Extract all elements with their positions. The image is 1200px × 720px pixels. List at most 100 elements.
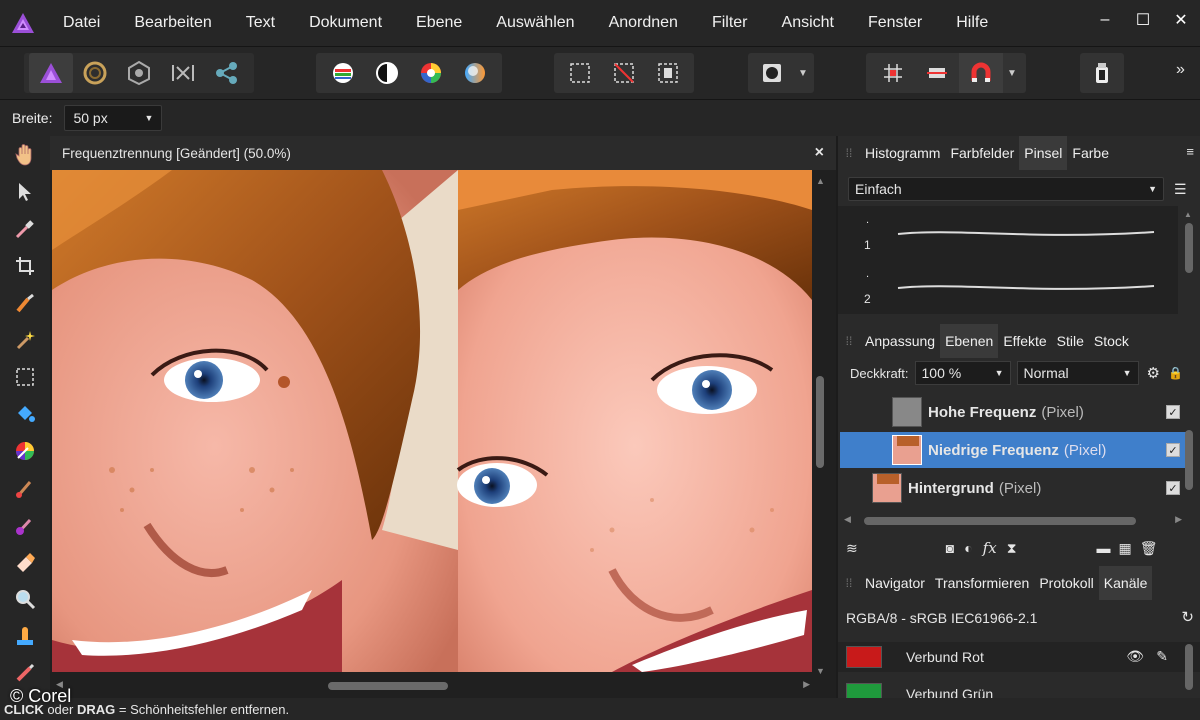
maximize-button[interactable]: ☐ [1124,10,1162,30]
tab-stile[interactable]: Stile [1052,324,1089,358]
deselect-icon[interactable] [602,53,646,93]
tab-effekte[interactable]: Effekte [998,324,1051,358]
toolbar-overflow-icon[interactable]: » [1176,61,1185,79]
paint-brush-tool-icon[interactable] [0,469,50,506]
layer-visibility-checkbox[interactable]: ✓ [1166,443,1180,457]
blend-mode-select[interactable]: Normal ▼ [1016,361,1139,385]
fx-icon[interactable]: fx [983,539,997,557]
menu-anordnen[interactable]: Anordnen [592,14,695,32]
layer-row[interactable]: Hohe Frequenz (Pixel) ✓ [840,394,1186,430]
trash-icon[interactable]: 🗑 [1140,540,1158,557]
auto-contrast-icon[interactable] [365,53,409,93]
mask-layer-icon[interactable]: ◙ [946,540,954,556]
opacity-select[interactable]: 100 % ▼ [914,361,1011,385]
menu-text[interactable]: Text [229,14,292,32]
folder-icon[interactable]: ▬ [1097,540,1111,556]
layer-row[interactable]: Hintergrund (Pixel) ✓ [840,470,1186,506]
tab-navigator[interactable]: Navigator [860,566,930,600]
layer-visibility-checkbox[interactable]: ✓ [1166,481,1180,495]
flood-select-tool-icon[interactable] [0,321,50,358]
width-select[interactable]: 50 px ▼ [64,105,163,131]
menu-fenster[interactable]: Fenster [851,14,939,32]
color-replacement-tool-icon[interactable] [0,506,50,543]
auto-colors-icon[interactable] [409,53,453,93]
eye-icon[interactable]: 👁 [1126,648,1144,665]
tab-farbe[interactable]: Farbe [1067,136,1114,170]
scroll-up-icon[interactable]: ▲ [816,176,825,186]
color-picker-tool-icon[interactable] [0,210,50,247]
scroll-thumb[interactable] [1185,644,1193,690]
brush-category-select[interactable]: Einfach ▼ [848,177,1164,201]
auto-levels-icon[interactable] [321,53,365,93]
auto-white-balance-icon[interactable] [453,53,497,93]
minimize-button[interactable]: – [1086,11,1124,29]
eraser-tool-icon[interactable] [0,543,50,580]
align-icon[interactable] [915,53,959,93]
tab-anpassung[interactable]: Anpassung [860,324,940,358]
liquify-persona-icon[interactable] [73,53,117,93]
panel-menu-icon[interactable]: ≡ [1186,144,1194,159]
close-document-button[interactable]: × [815,144,824,162]
flood-fill-tool-icon[interactable] [0,395,50,432]
scroll-thumb[interactable] [1185,223,1193,273]
channels-scrollbar[interactable] [1184,642,1194,698]
vertical-scroll-thumb[interactable] [816,376,824,468]
document-tab[interactable]: Frequenztrennung [Geändert] (50.0%) × [50,136,836,170]
list-view-icon[interactable]: ☰ [1174,181,1187,198]
tab-pinsel[interactable]: Pinsel [1019,136,1068,170]
snapping-dropdown-icon[interactable]: ▼ [1003,68,1021,79]
menu-datei[interactable]: Datei [46,14,117,32]
horizontal-scrollbar[interactable]: ◀ ▶ [52,678,814,694]
photo-persona-icon[interactable] [29,53,73,93]
drag-handle-icon[interactable]: ⁞⁞ [838,136,860,170]
export-persona-icon[interactable] [205,53,249,93]
menu-dokument[interactable]: Dokument [292,14,399,32]
horizontal-scroll-thumb[interactable] [328,682,448,690]
invert-selection-icon[interactable] [646,53,690,93]
clone-tool-icon[interactable] [0,617,50,654]
quick-mask-dropdown-icon[interactable]: ▼ [794,68,812,79]
brush-list-scrollbar[interactable]: ▲ [1184,210,1194,310]
lock-icon[interactable]: 🔒 [1168,366,1183,380]
vertical-scrollbar[interactable]: ▲ ▼ [814,176,826,676]
develop-persona-icon[interactable] [117,53,161,93]
marquee-tool-icon[interactable] [0,358,50,395]
tab-transformieren[interactable]: Transformieren [930,566,1034,600]
gear-icon[interactable]: ⚙ [1147,364,1160,382]
grid-icon[interactable] [871,53,915,93]
drag-handle-icon[interactable]: ⁞⁞ [838,324,860,358]
snapping-magnet-icon[interactable] [959,53,1003,93]
brush-item[interactable]: . 2 [838,260,1178,314]
drag-handle-icon[interactable]: ⁞⁞ [838,566,860,600]
brush-item[interactable]: . 1 [838,206,1178,260]
selection-brush-tool-icon[interactable] [0,284,50,321]
tab-histogramm[interactable]: Histogramm [860,136,945,170]
layer-visibility-checkbox[interactable]: ✓ [1166,405,1180,419]
menu-auswaehlen[interactable]: Auswählen [479,14,591,32]
new-layer-icon[interactable]: ▦ [1119,540,1132,557]
select-all-icon[interactable] [558,53,602,93]
tab-kanaele[interactable]: Kanäle [1098,566,1153,600]
menu-ansicht[interactable]: Ansicht [765,14,851,32]
zoom-tool-icon[interactable] [0,580,50,617]
image-canvas[interactable] [52,170,812,672]
layer-row-selected[interactable]: Niedrige Frequenz (Pixel) ✓ [840,432,1186,468]
scroll-thumb[interactable] [864,517,1136,525]
tone-mapping-persona-icon[interactable] [161,53,205,93]
refresh-icon[interactable]: ↻ [1181,608,1194,626]
menu-hilfe[interactable]: Hilfe [939,14,1005,32]
adjustment-layer-icon[interactable]: ◐ [964,540,972,556]
assistant-icon[interactable] [1080,53,1124,93]
close-window-button[interactable]: ✕ [1162,10,1200,30]
scroll-left-icon[interactable]: ◀ [844,514,851,525]
layers-stack-icon[interactable]: ≋ [846,540,858,557]
tab-ebenen[interactable]: Ebenen [940,324,999,358]
scroll-thumb[interactable] [1185,430,1193,490]
scroll-right-icon[interactable]: ▶ [1175,514,1182,525]
color-wheel-tool-icon[interactable] [0,432,50,469]
tab-stock[interactable]: Stock [1089,324,1134,358]
channel-row[interactable]: Verbund Rot 👁 ✎ [838,642,1200,672]
pencil-icon[interactable]: ✎ [1156,648,1168,665]
menu-bearbeiten[interactable]: Bearbeiten [117,14,228,32]
channel-row[interactable]: Verbund Grün [838,676,1200,698]
